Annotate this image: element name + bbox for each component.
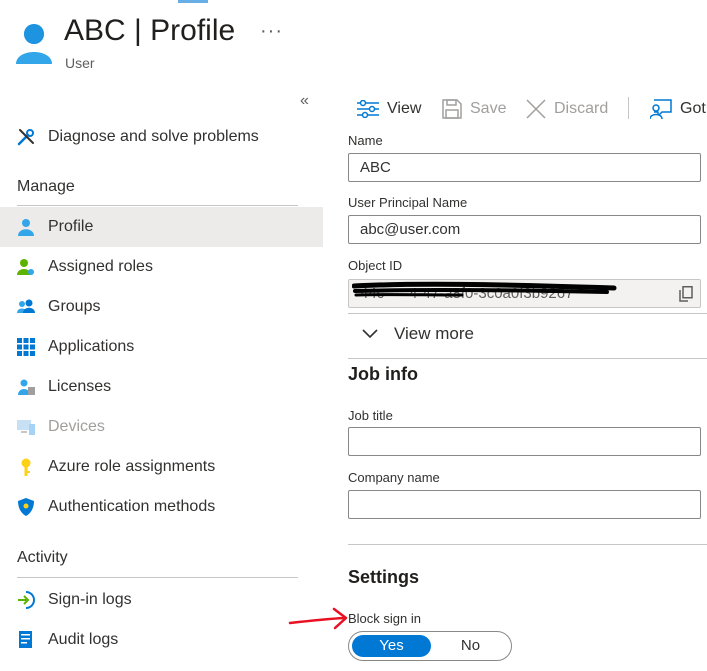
sign-in-icon [18,591,35,609]
upn-field[interactable]: abc@user.com [348,215,701,244]
sidebar-item-devices: Devices [0,407,323,447]
devices-icon [17,420,35,435]
feedback-person-icon [650,99,672,119]
sidebar-item-label: Sign-in logs [48,591,132,608]
user-avatar-icon [16,24,52,64]
toggle-yes-option[interactable]: Yes [352,635,431,657]
company-name-label: Company name [348,470,440,485]
user-role-icon [17,259,34,275]
sidebar-item-groups[interactable]: Groups [0,287,323,327]
view-more-label: View more [394,324,474,343]
sidebar-item-azure-role-assignments[interactable]: Azure role assignments [0,447,323,487]
sidebar-item-label: Licenses [48,378,112,395]
collapse-sidebar-button[interactable]: « [300,92,309,110]
settings-heading: Settings [348,567,420,587]
sidebar-item-label: Diagnose and solve problems [48,128,259,145]
job-title-label: Job title [348,408,393,423]
view-label: View [387,100,422,117]
user-icon [18,219,34,236]
sidebar-item-authentication-methods[interactable]: Authentication methods [0,487,323,527]
sidebar-item-licenses[interactable]: Licenses [0,367,323,407]
page-title: ABC | Profile [64,14,236,47]
settings-sliders-icon [357,100,379,118]
sidebar-item-label: Audit logs [48,631,119,648]
sidebar-item-diagnose[interactable]: Diagnose and solve problems [0,117,323,157]
got-feedback-button[interactable]: Got [650,94,706,124]
redaction-scribble [352,281,617,297]
sidebar-item-label: Devices [48,418,105,435]
sidebar-item-label: Assigned roles [48,258,153,275]
chevron-down-icon [362,329,378,339]
section-title-activity: Activity [17,549,68,566]
groups-icon [17,299,35,313]
upn-label: User Principal Name [348,195,468,210]
section-title-manage: Manage [17,178,75,195]
sidebar-item-profile[interactable]: Profile [0,207,323,247]
toolbar-separator [628,97,629,119]
sidebar-item-label: Groups [48,298,101,315]
job-info-heading: Job info [348,364,418,384]
key-icon [21,458,31,476]
section-divider [17,577,298,578]
sidebar-item-sign-in-logs[interactable]: Sign-in logs [0,580,323,620]
red-annotation-arrow [288,607,348,630]
audit-log-icon [19,631,32,648]
page-subtitle: User [65,55,95,71]
copy-icon[interactable] [679,286,693,302]
divider [348,544,707,545]
top-link-fragment [178,0,208,3]
sidebar-item-label: Applications [48,338,135,355]
divider [348,358,707,359]
got-label: Got [680,100,706,117]
sidebar-item-applications[interactable]: Applications [0,327,323,367]
more-options-button[interactable]: ··· [260,20,283,43]
apps-grid-icon [17,338,35,356]
sidebar-item-audit-logs[interactable]: Audit logs [0,620,323,660]
sidebar-item-label: Profile [48,218,94,235]
wrench-screwdriver-icon [17,129,34,146]
sidebar-item-label: Azure role assignments [48,458,216,475]
discard-label: Discard [554,100,609,117]
view-more-button[interactable]: View more [362,324,474,344]
block-sign-in-label: Block sign in [348,611,421,626]
save-icon [442,99,462,119]
name-field[interactable]: ABC [348,153,701,182]
discard-button[interactable]: Discard [526,94,608,124]
block-sign-in-toggle[interactable]: Yes No [348,631,512,661]
section-divider [17,205,298,206]
name-label: Name [348,133,383,148]
save-button[interactable]: Save [442,94,506,124]
company-name-field[interactable] [348,490,701,519]
object-id-label: Object ID [348,258,403,273]
shield-icon [18,498,34,516]
view-button[interactable]: View [357,94,421,124]
sidebar-item-label: Authentication methods [48,498,216,515]
sidebar-item-assigned-roles[interactable]: Assigned roles [0,247,323,287]
close-icon [526,99,546,119]
divider [348,313,707,314]
job-title-field[interactable] [348,427,701,456]
save-label: Save [470,100,507,117]
toggle-no-option[interactable]: No [433,635,508,657]
license-icon [18,379,35,395]
